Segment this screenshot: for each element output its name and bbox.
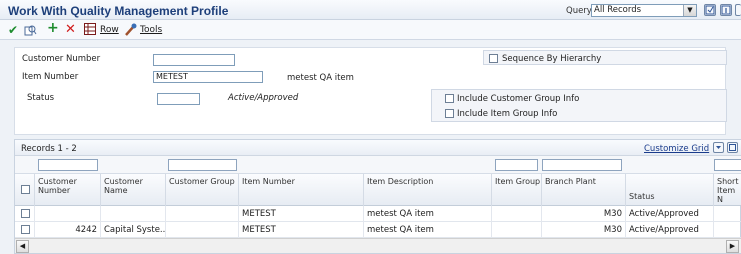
cell-branch-plant: M30 bbox=[542, 206, 626, 222]
cell-customer-group bbox=[166, 222, 239, 238]
include-group-box: Include Customer Group Info Include Item… bbox=[431, 89, 727, 122]
delete-icon[interactable]: ✕ bbox=[65, 23, 76, 37]
select-all-checkbox[interactable] bbox=[21, 185, 30, 194]
cell-customer-name: Capital Syste... bbox=[101, 222, 166, 238]
window-menu-icon[interactable] bbox=[735, 4, 741, 16]
query-form: Customer Number Item Number METEST metes… bbox=[14, 47, 727, 135]
window: Work With Quality Management Profile Que… bbox=[0, 0, 741, 254]
filter-item-group[interactable] bbox=[495, 159, 538, 171]
table-row[interactable]: METEST metest QA item M30 Active/Approve… bbox=[15, 206, 741, 222]
col-item-description[interactable]: Item Description bbox=[364, 174, 492, 206]
status-description-text: Active/Approved bbox=[228, 93, 299, 103]
col-customer-name[interactable]: Customer Name bbox=[101, 174, 166, 206]
sequence-by-hierarchy-checkbox[interactable] bbox=[489, 54, 498, 63]
col-customer-group[interactable]: Customer Group bbox=[166, 174, 239, 206]
personalize-icon[interactable] bbox=[704, 4, 716, 16]
cell-status: Active/Approved bbox=[626, 222, 714, 238]
scroll-left-icon[interactable]: ◀ bbox=[16, 240, 29, 253]
column-header-row: Customer Number Customer Name Customer G… bbox=[15, 174, 741, 206]
col-short-item[interactable]: Short Item N bbox=[714, 174, 741, 206]
cell-item-description: metest QA item bbox=[364, 206, 492, 222]
col-item-group[interactable]: Item Group bbox=[492, 174, 542, 206]
cell-item-number: METEST bbox=[239, 206, 364, 222]
filter-branch-plant[interactable] bbox=[542, 159, 622, 171]
cell-customer-name bbox=[101, 206, 166, 222]
status-label: Status bbox=[27, 93, 55, 103]
filter-row bbox=[15, 156, 741, 174]
item-number-input[interactable]: METEST bbox=[153, 71, 263, 83]
row-menu[interactable]: Row bbox=[100, 25, 119, 35]
include-customer-group-checkbox[interactable] bbox=[445, 94, 454, 103]
status-input[interactable] bbox=[157, 93, 200, 105]
cell-item-group bbox=[492, 222, 542, 238]
row-select-cell bbox=[15, 206, 35, 222]
customer-number-label: Customer Number bbox=[22, 54, 101, 64]
query-select-value: All Records bbox=[594, 5, 642, 15]
add-icon[interactable]: + bbox=[47, 21, 59, 35]
filter-customer-number[interactable] bbox=[38, 159, 98, 171]
tools-icon[interactable] bbox=[124, 23, 138, 40]
row-checkbox[interactable] bbox=[21, 225, 30, 234]
maximize-icon[interactable] bbox=[727, 142, 738, 153]
cell-item-description: metest QA item bbox=[364, 222, 492, 238]
query-select[interactable]: All Records ▼ bbox=[591, 4, 697, 17]
toolbar: ✔ + ✕ Row Tools bbox=[0, 20, 741, 40]
filter-short-item[interactable] bbox=[714, 159, 741, 171]
scroll-right-icon[interactable]: ▶ bbox=[726, 240, 739, 253]
item-description-text: metest QA item bbox=[287, 73, 354, 83]
cell-customer-number: 4242 bbox=[35, 222, 101, 238]
query-label: Query: bbox=[566, 6, 595, 16]
filter-customer-group[interactable] bbox=[168, 159, 237, 171]
horizontal-scrollbar[interactable]: ◀ ▶ bbox=[15, 238, 741, 253]
row-grid-icon[interactable] bbox=[84, 23, 96, 38]
export-icon[interactable] bbox=[713, 142, 724, 153]
cell-customer-number bbox=[35, 206, 101, 222]
customer-number-input[interactable] bbox=[153, 54, 235, 66]
cell-item-number: METEST bbox=[239, 222, 364, 238]
title-bar: Work With Quality Management Profile Que… bbox=[0, 0, 741, 20]
tools-menu[interactable]: Tools bbox=[140, 25, 162, 35]
select-all-cell bbox=[15, 174, 35, 206]
col-item-number[interactable]: Item Number bbox=[239, 174, 364, 206]
include-item-group-label: Include Item Group Info bbox=[457, 109, 558, 119]
customize-grid-link[interactable]: Customize Grid bbox=[644, 144, 709, 154]
col-customer-number[interactable]: Customer Number bbox=[35, 174, 101, 206]
cell-item-group bbox=[492, 206, 542, 222]
cell-branch-plant: M30 bbox=[542, 222, 626, 238]
cell-status: Active/Approved bbox=[626, 206, 714, 222]
col-branch-plant[interactable]: Branch Plant bbox=[542, 174, 626, 206]
select-check-icon[interactable]: ✔ bbox=[8, 23, 18, 37]
results-grid: Records 1 - 2 Customize Grid Customer Nu… bbox=[14, 139, 741, 254]
chevron-down-icon[interactable]: ▼ bbox=[683, 5, 696, 16]
sequence-group: Sequence By Hierarchy bbox=[483, 50, 727, 65]
include-item-group-checkbox[interactable] bbox=[445, 109, 454, 118]
page-title: Work With Quality Management Profile bbox=[8, 4, 229, 18]
help-icon[interactable] bbox=[720, 4, 732, 16]
item-number-label: Item Number bbox=[22, 72, 79, 82]
copy-icon[interactable] bbox=[23, 23, 37, 40]
include-customer-group-label: Include Customer Group Info bbox=[457, 94, 580, 104]
grid-header: Records 1 - 2 Customize Grid bbox=[15, 140, 741, 156]
col-status[interactable]: Status bbox=[626, 174, 714, 206]
sequence-by-hierarchy-label: Sequence By Hierarchy bbox=[502, 54, 602, 64]
records-count: Records 1 - 2 bbox=[21, 144, 77, 154]
cell-customer-group bbox=[166, 206, 239, 222]
row-checkbox[interactable] bbox=[21, 209, 30, 218]
table-row[interactable]: 4242 Capital Syste... METEST metest QA i… bbox=[15, 222, 741, 238]
row-select-cell bbox=[15, 222, 35, 238]
